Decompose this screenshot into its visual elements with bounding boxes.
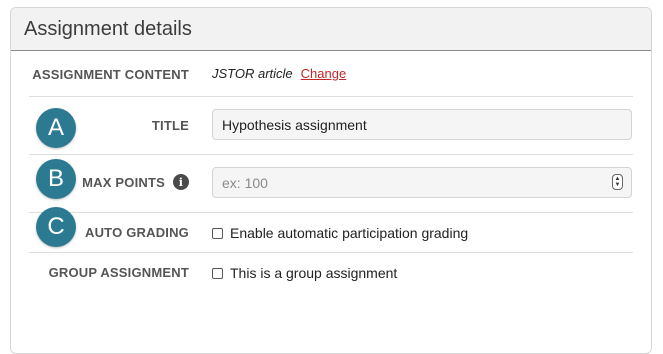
assignment-content-row: ASSIGNMENT CONTENT JSTOR article Change	[29, 51, 633, 96]
auto-grading-label: AUTO GRADING	[85, 225, 189, 240]
annotation-badge-c: C	[36, 207, 76, 247]
max-points-field: ▲▼	[212, 167, 632, 198]
assignment-content-value: JSTOR article Change	[212, 66, 346, 81]
change-content-link[interactable]: Change	[301, 66, 347, 81]
title-label: TITLE	[151, 118, 189, 133]
annotation-badge-b: B	[36, 159, 76, 199]
title-row: TITLE	[29, 96, 633, 155]
max-points-label: MAX POINTS	[82, 174, 165, 190]
number-stepper-icon[interactable]: ▲ ▼	[612, 174, 623, 190]
max-points-input[interactable]	[212, 167, 632, 198]
auto-grading-checkbox-label[interactable]: Enable automatic participation grading	[230, 225, 468, 241]
content-name: JSTOR article	[212, 66, 293, 81]
card-title: Assignment details	[24, 18, 192, 40]
group-assignment-checkbox-label[interactable]: This is a group assignment	[230, 265, 397, 281]
auto-grading-checkbox[interactable]	[212, 227, 223, 239]
max-points-row: MAX POINTS i ▲▼	[29, 154, 633, 213]
auto-grading-row: AUTO GRADING Enable automatic participat…	[29, 212, 633, 253]
group-assignment-label: GROUP ASSIGNMENT	[48, 265, 189, 280]
annotation-badge-a: A	[36, 108, 76, 148]
assignment-details-card: Assignment details ASSIGNMENT CONTENT JS…	[10, 7, 652, 354]
info-icon[interactable]: i	[173, 174, 189, 190]
group-assignment-row: GROUP ASSIGNMENT This is a group assignm…	[29, 252, 633, 293]
group-assignment-checkbox[interactable]	[212, 267, 223, 279]
title-input[interactable]	[212, 109, 632, 140]
card-header: Assignment details	[11, 8, 651, 51]
max-points-label-wrap: MAX POINTS i	[82, 174, 189, 190]
assignment-content-label: ASSIGNMENT CONTENT	[32, 67, 189, 82]
